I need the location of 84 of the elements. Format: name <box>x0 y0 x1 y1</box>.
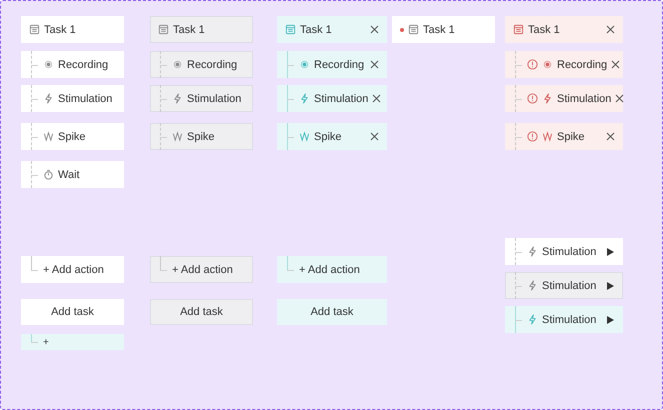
action-label: Spike <box>314 130 343 142</box>
action-label: Wait <box>58 168 81 180</box>
action-label: Stimulation <box>58 92 114 104</box>
task-card[interactable]: Task 1 <box>505 16 623 43</box>
alert-icon <box>527 59 538 70</box>
action-label: Stimulation <box>542 314 598 326</box>
task-card[interactable]: Task 1 <box>277 16 387 43</box>
play-icon[interactable] <box>606 280 615 290</box>
play-icon[interactable] <box>606 246 615 256</box>
action-card[interactable]: Stimulation <box>505 238 623 265</box>
calendar-icon <box>285 24 296 35</box>
action-card[interactable]: Wait <box>21 161 124 188</box>
action-card[interactable]: Recording <box>505 51 623 78</box>
record-icon <box>542 59 553 70</box>
task-title: Task 1 <box>423 24 456 36</box>
close-icon[interactable] <box>370 60 379 69</box>
action-card[interactable]: Stimulation <box>277 85 387 112</box>
lightning-icon <box>172 93 183 104</box>
task-title: Task 1 <box>173 24 206 36</box>
close-icon[interactable] <box>606 132 615 141</box>
spike-wave-icon <box>542 131 553 142</box>
action-label: Spike <box>58 130 87 142</box>
lightning-icon <box>527 246 538 257</box>
action-card[interactable]: Recording <box>21 51 124 78</box>
add-button[interactable]: + <box>21 334 124 350</box>
add-task-button[interactable]: Add task <box>277 299 387 325</box>
alert-icon <box>527 93 538 104</box>
close-icon[interactable] <box>370 132 379 141</box>
action-label: Spike <box>557 130 586 142</box>
close-icon[interactable] <box>370 25 379 34</box>
action-label: Recording <box>557 58 608 70</box>
stopwatch-icon <box>43 169 54 180</box>
lightning-icon <box>527 280 538 291</box>
add-action-button[interactable]: + Add action <box>150 256 253 283</box>
task-title: Task 1 <box>528 24 561 36</box>
lightning-icon <box>43 93 54 104</box>
action-card[interactable]: Spike <box>150 123 253 150</box>
close-icon[interactable] <box>615 94 624 103</box>
calendar-icon <box>29 24 40 35</box>
record-icon <box>299 59 310 70</box>
action-label: Stimulation <box>542 280 598 292</box>
close-icon[interactable] <box>372 94 382 103</box>
task-card[interactable]: Task 1 <box>150 16 253 43</box>
action-card[interactable]: Stimulation <box>150 85 253 112</box>
record-icon <box>43 59 54 70</box>
spike-wave-icon <box>43 131 54 142</box>
action-card[interactable]: Stimulation <box>505 85 623 112</box>
alert-icon <box>527 131 538 142</box>
action-card[interactable]: Spike <box>505 123 623 150</box>
action-label: Spike <box>187 130 216 142</box>
action-card[interactable]: Recording <box>277 51 387 78</box>
task-card[interactable]: Task 1 <box>392 16 495 43</box>
calendar-icon <box>408 24 419 35</box>
task-title: Task 1 <box>44 24 77 36</box>
action-card[interactable]: Stimulation <box>21 85 124 112</box>
add-action-button[interactable]: + Add action <box>21 256 124 283</box>
action-label: Stimulation <box>542 246 598 258</box>
calendar-icon <box>158 24 169 35</box>
calendar-icon <box>513 24 524 35</box>
play-icon[interactable] <box>606 314 615 324</box>
lightning-icon <box>299 93 310 104</box>
lightning-icon <box>527 314 538 325</box>
task-card[interactable]: Task 1 <box>21 16 124 43</box>
add-task-button[interactable]: Add task <box>21 299 124 325</box>
action-label: Recording <box>314 58 366 70</box>
action-label: Stimulation <box>187 92 242 104</box>
close-icon[interactable] <box>611 60 620 69</box>
add-action-button[interactable]: + Add action <box>277 256 387 283</box>
action-card[interactable]: Stimulation <box>505 272 623 299</box>
action-label: Recording <box>187 58 238 70</box>
add-task-button[interactable]: Add task <box>150 299 253 325</box>
action-card[interactable]: Spike <box>21 123 124 150</box>
record-icon <box>172 59 183 70</box>
action-label: Recording <box>58 58 110 70</box>
action-card[interactable]: Spike <box>277 123 387 150</box>
spike-wave-icon <box>172 131 183 142</box>
action-label: Stimulation <box>314 92 368 104</box>
spike-wave-icon <box>299 131 310 142</box>
action-card[interactable]: Stimulation <box>505 306 623 333</box>
lightning-icon <box>542 93 553 104</box>
task-title: Task 1 <box>300 24 333 36</box>
action-card[interactable]: Recording <box>150 51 253 78</box>
action-label: Stimulation <box>557 92 612 104</box>
close-icon[interactable] <box>606 25 615 34</box>
